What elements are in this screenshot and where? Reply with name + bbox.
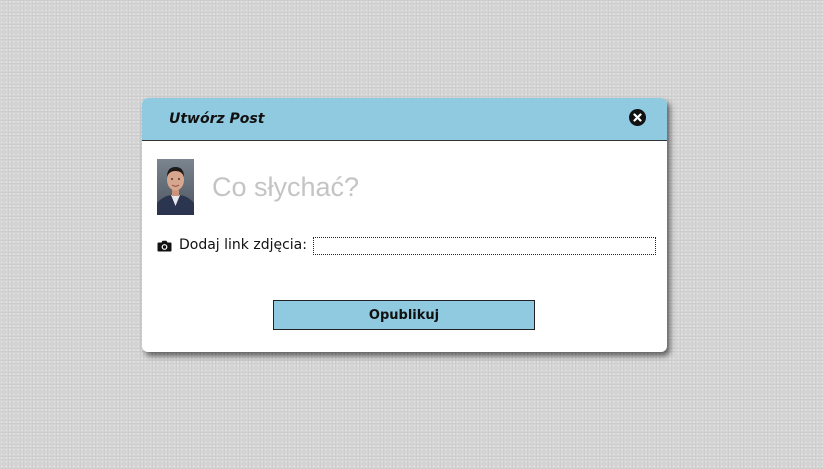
camera-icon <box>157 237 172 252</box>
modal-title: Utwórz Post <box>169 111 265 127</box>
modal-header: Utwórz Post <box>142 98 667 141</box>
publish-button[interactable]: Opublikuj <box>273 300 535 330</box>
create-post-modal: Utwórz Post Co słychać? Dodaj link zdjęc… <box>142 98 667 352</box>
image-link-label: Dodaj link zdjęcia: <box>179 237 307 253</box>
close-icon[interactable] <box>629 109 646 126</box>
image-link-input[interactable] <box>313 237 656 255</box>
avatar <box>157 159 194 215</box>
status-input[interactable] <box>212 169 632 205</box>
